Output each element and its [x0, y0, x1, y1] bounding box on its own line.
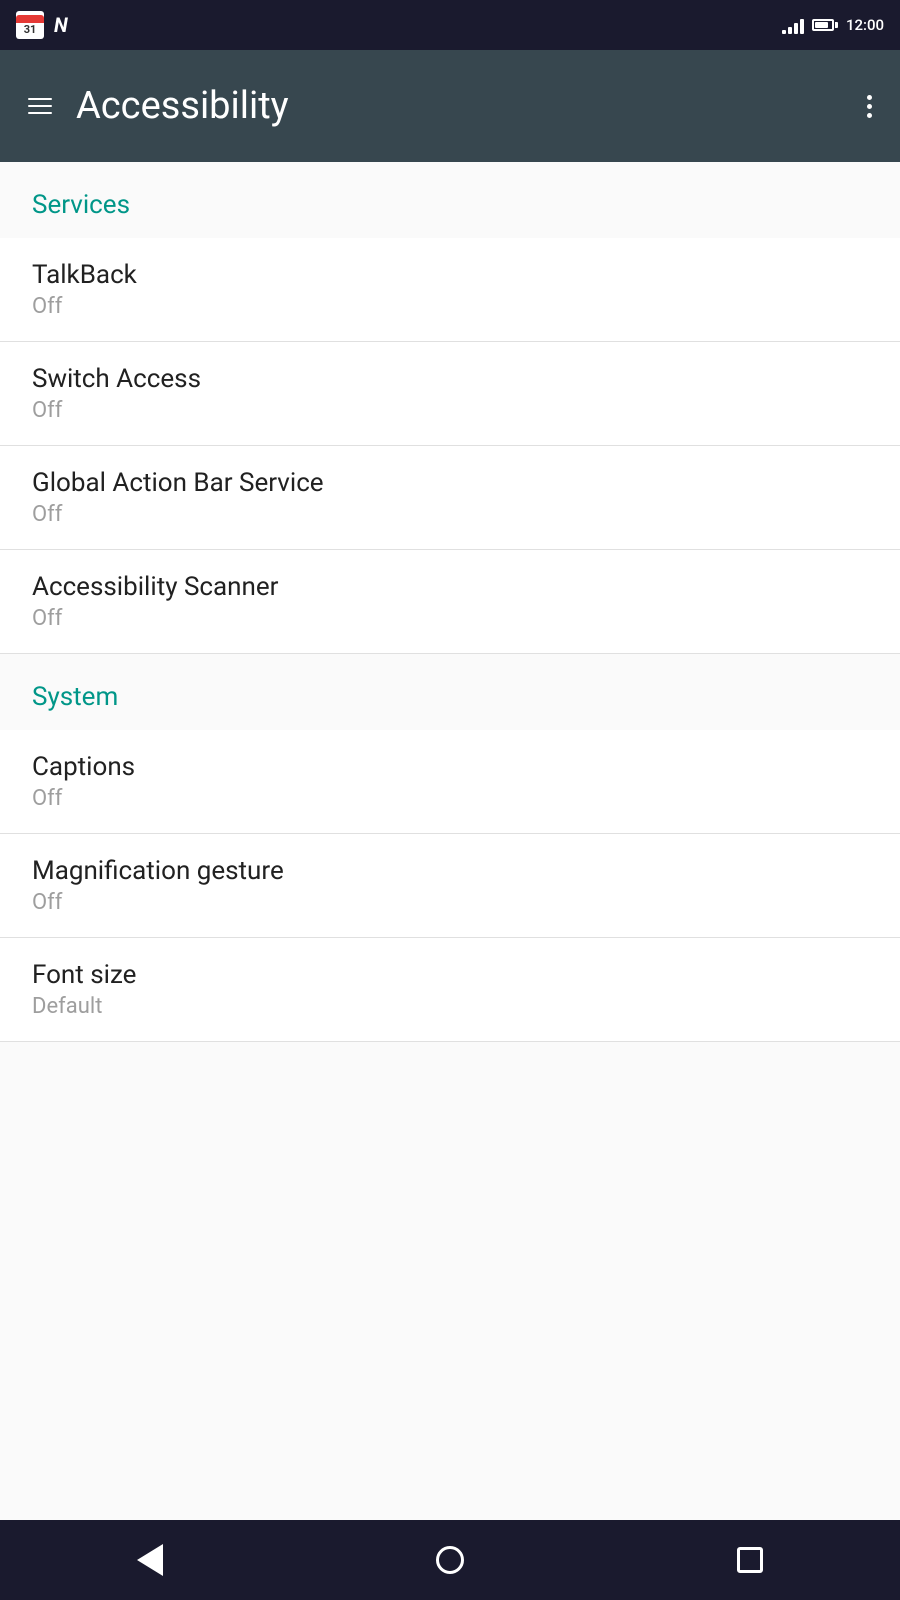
recents-button[interactable]	[721, 1531, 779, 1589]
signal-icon	[782, 16, 804, 34]
talkback-item[interactable]: TalkBack Off	[0, 238, 900, 342]
font-size-title: Font size	[32, 960, 868, 990]
more-dot-1	[867, 95, 872, 100]
talkback-subtitle: Off	[32, 294, 868, 319]
signal-bar-2	[788, 27, 792, 34]
signal-bar-3	[794, 23, 798, 34]
accessibility-scanner-title: Accessibility Scanner	[32, 572, 868, 602]
signal-bar-1	[782, 30, 786, 34]
services-section-title: Services	[32, 190, 130, 220]
hamburger-line-3	[28, 112, 52, 114]
magnification-gesture-title: Magnification gesture	[32, 856, 868, 886]
more-options-button[interactable]	[859, 87, 880, 126]
status-bar-left: 31 N	[16, 11, 68, 39]
captions-title: Captions	[32, 752, 868, 782]
accessibility-scanner-subtitle: Off	[32, 606, 868, 631]
hamburger-line-2	[28, 105, 52, 107]
system-section-header: System	[0, 654, 900, 730]
battery-tip	[835, 22, 838, 28]
battery-fill	[815, 22, 828, 28]
status-bar: 31 N 12:00	[0, 0, 900, 50]
notification-icon: N	[54, 13, 68, 37]
global-action-bar-title: Global Action Bar Service	[32, 468, 868, 498]
app-bar-left: Accessibility	[20, 84, 289, 128]
home-button[interactable]	[420, 1530, 480, 1590]
services-section-header: Services	[0, 162, 900, 238]
hamburger-line-1	[28, 98, 52, 100]
font-size-subtitle: Default	[32, 994, 868, 1019]
back-button[interactable]	[121, 1528, 179, 1592]
signal-bar-4	[800, 19, 804, 34]
global-action-bar-item[interactable]: Global Action Bar Service Off	[0, 446, 900, 550]
bottom-nav	[0, 1520, 900, 1600]
magnification-gesture-item[interactable]: Magnification gesture Off	[0, 834, 900, 938]
main-content: Services TalkBack Off Switch Access Off …	[0, 162, 900, 1520]
captions-item[interactable]: Captions Off	[0, 730, 900, 834]
app-bar: Accessibility	[0, 50, 900, 162]
home-icon	[436, 1546, 464, 1574]
menu-button[interactable]	[20, 90, 60, 122]
talkback-title: TalkBack	[32, 260, 868, 290]
font-size-item[interactable]: Font size Default	[0, 938, 900, 1042]
switch-access-subtitle: Off	[32, 398, 868, 423]
more-dot-2	[867, 104, 872, 109]
calendar-day: 31	[24, 23, 37, 36]
system-section-title: System	[32, 682, 118, 712]
back-icon	[137, 1544, 163, 1576]
switch-access-title: Switch Access	[32, 364, 868, 394]
recents-icon	[737, 1547, 763, 1573]
switch-access-item[interactable]: Switch Access Off	[0, 342, 900, 446]
calendar-top-bar	[16, 15, 44, 23]
status-bar-right: 12:00	[782, 16, 884, 34]
battery-body	[812, 19, 834, 31]
page-title: Accessibility	[76, 84, 289, 128]
captions-subtitle: Off	[32, 786, 868, 811]
accessibility-scanner-item[interactable]: Accessibility Scanner Off	[0, 550, 900, 654]
more-dot-3	[867, 113, 872, 118]
calendar-icon: 31	[16, 11, 44, 39]
clock: 12:00	[846, 16, 884, 34]
global-action-bar-subtitle: Off	[32, 502, 868, 527]
battery-icon	[812, 19, 838, 31]
magnification-gesture-subtitle: Off	[32, 890, 868, 915]
